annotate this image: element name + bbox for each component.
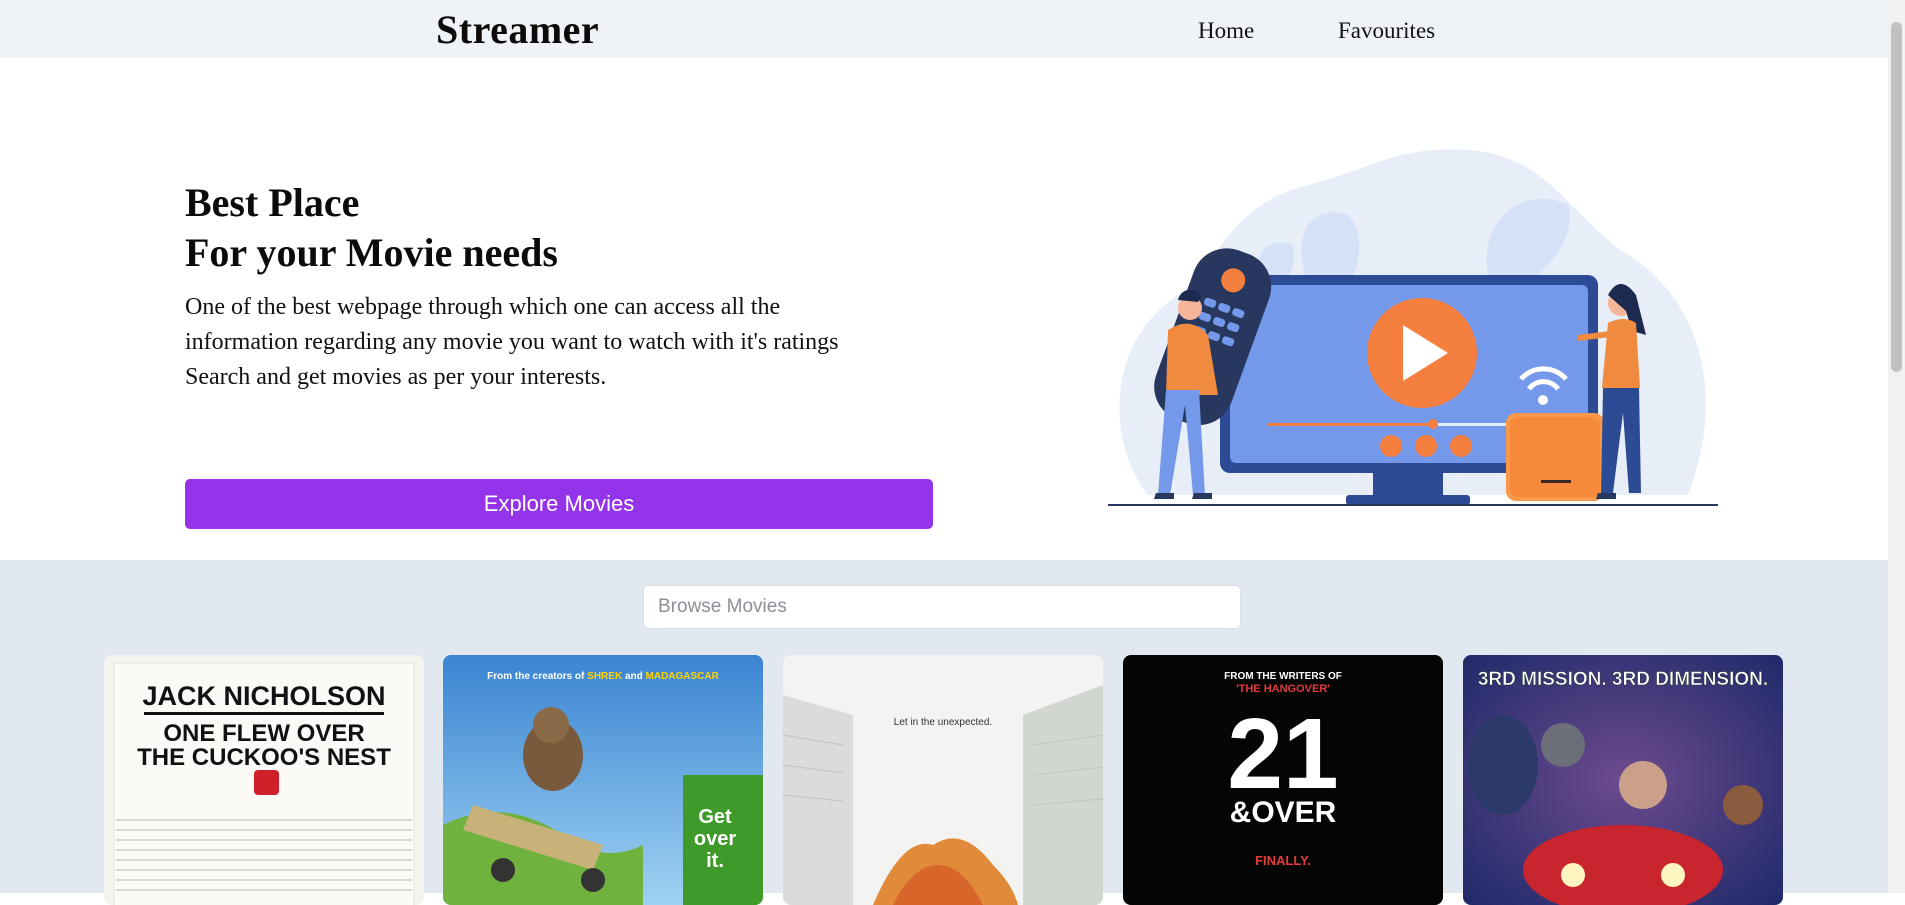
explore-movies-button[interactable]: Explore Movies: [185, 479, 933, 529]
hero-title-line2: For your Movie needs: [185, 230, 558, 275]
movie-poster-card[interactable]: Let in the unexpected.: [783, 655, 1103, 905]
poster-tagline: Let in the unexpected.: [894, 717, 992, 728]
movie-poster-card[interactable]: JACK NICHOLSON ONE FLEW OVER THE CUCKOO'…: [104, 655, 424, 905]
poster-image-spy-kids: 3RD MISSION. 3RD DIMENSION.: [1463, 655, 1783, 905]
poster-text: THE CUCKOO'S NEST: [137, 744, 391, 771]
poster-tagline: From the creators of SHREK and MADAGASCA…: [487, 671, 719, 682]
browse-movies-search-input[interactable]: [643, 585, 1241, 629]
poster-text: JACK NICHOLSON: [142, 681, 385, 711]
poster-text: FINALLY.: [1255, 853, 1311, 868]
nav-link-favourites[interactable]: Favourites: [1338, 18, 1435, 44]
hero-title-line1: Best Place: [185, 180, 360, 225]
poster-tagline: 3RD MISSION. 3RD DIMENSION.: [1478, 669, 1768, 690]
hero-description: One of the best webpage through which on…: [185, 294, 839, 390]
nav-link-home[interactable]: Home: [1198, 18, 1254, 44]
page-scrollbar[interactable]: [1888, 0, 1905, 893]
poster-text: over: [694, 828, 736, 850]
movie-poster-card[interactable]: FROM THE WRITERS OF 'THE HANGOVER' 21 &O…: [1123, 655, 1443, 905]
movie-poster-card[interactable]: 3RD MISSION. 3RD DIMENSION.: [1463, 655, 1783, 905]
poster-tagline: 'THE HANGOVER': [1236, 683, 1330, 695]
scrollbar-thumb[interactable]: [1891, 22, 1902, 372]
poster-image-21-and-over: FROM THE WRITERS OF 'THE HANGOVER' 21 &O…: [1123, 655, 1443, 905]
streaming-illustration: [1108, 149, 1718, 506]
movie-poster-card[interactable]: From the creators of SHREK and MADAGASCA…: [443, 655, 763, 905]
poster-text: Get: [698, 806, 732, 828]
poster-title: 21: [1227, 698, 1338, 810]
poster-image-over-the-hedge: From the creators of SHREK and MADAGASCA…: [443, 655, 763, 905]
poster-text: ONE FLEW OVER: [163, 720, 364, 747]
poster-title: &OVER: [1230, 796, 1337, 829]
poster-tagline: FROM THE WRITERS OF: [1224, 671, 1342, 682]
navbar: Streamer Home Favourites: [0, 0, 1888, 58]
poster-text: it.: [706, 850, 724, 872]
poster-image-cuckoos-nest: JACK NICHOLSON ONE FLEW OVER THE CUCKOO'…: [104, 655, 424, 905]
poster-image-street: Let in the unexpected.: [783, 655, 1103, 905]
brand-logo[interactable]: Streamer: [436, 6, 599, 53]
hero-title: Best Place For your Movie needs: [185, 178, 558, 278]
